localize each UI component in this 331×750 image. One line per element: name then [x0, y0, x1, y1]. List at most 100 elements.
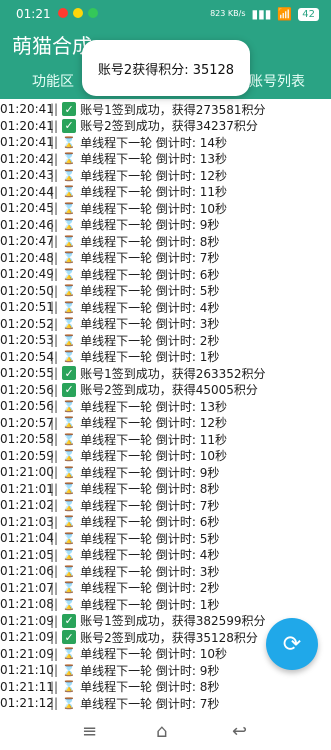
log-row: 01:20:49 || ⌛ 单线程下一轮 倒计时: 6秒 [0, 266, 331, 283]
log-separator: || [50, 432, 59, 447]
log-separator: || [50, 201, 59, 216]
log-time: 01:20:55 [0, 366, 54, 381]
hourglass-icon: ⌛ [62, 267, 76, 281]
back-icon[interactable]: ↩ [232, 721, 247, 742]
log-time: 01:20:58 [0, 432, 54, 447]
hourglass-icon: ⌛ [62, 350, 76, 364]
log-separator: || [50, 547, 59, 562]
log-time: 01:20:53 [0, 333, 54, 348]
log-row: 01:20:42 || ⌛ 单线程下一轮 倒计时: 13秒 [0, 151, 331, 168]
log-message: 单线程下一轮 倒计时: 11秒 [80, 432, 228, 447]
hourglass-icon: ⌛ [62, 284, 76, 298]
menu-icon[interactable]: ≡ [82, 721, 97, 742]
log-separator: || [50, 646, 59, 661]
log-row: 01:21:08 || ⌛ 单线程下一轮 倒计时: 1秒 [0, 596, 331, 613]
log-time: 01:21:06 [0, 564, 54, 579]
refresh-fab[interactable]: ⟳ [266, 618, 318, 670]
log-message: 单线程下一轮 倒计时: 4秒 [80, 300, 220, 315]
hourglass-icon: ⌛ [62, 317, 76, 331]
log-time: 01:21:10 [0, 663, 54, 678]
nav-bar: ≡ ⌂ ↩ [0, 713, 331, 750]
log-row: 01:21:04 || ⌛ 单线程下一轮 倒计时: 5秒 [0, 530, 331, 547]
check-icon: ✓ [62, 118, 77, 133]
log-message: 单线程下一轮 倒计时: 7秒 [80, 251, 220, 266]
log-message: 单线程下一轮 倒计时: 3秒 [80, 564, 220, 579]
log-message: 账号1签到成功，获得273581积分 [80, 102, 266, 117]
log-row: 01:20:58 || ⌛ 单线程下一轮 倒计时: 11秒 [0, 431, 331, 448]
hourglass-icon: ⌛ [62, 399, 76, 413]
hourglass-icon: ⌛ [62, 135, 76, 149]
log-row: 01:20:59 || ⌛ 单线程下一轮 倒计时: 10秒 [0, 448, 331, 465]
log-row: 01:20:53 || ⌛ 单线程下一轮 倒计时: 2秒 [0, 332, 331, 349]
log-message: 单线程下一轮 倒计时: 7秒 [80, 498, 220, 513]
log-separator: || [50, 514, 59, 529]
log-separator: || [50, 267, 59, 282]
tab-accounts[interactable]: 账号列表 [249, 71, 305, 91]
log-message: 单线程下一轮 倒计时: 12秒 [80, 168, 228, 183]
log-message: 单线程下一轮 倒计时: 12秒 [80, 416, 228, 431]
log-separator: || [50, 300, 59, 315]
log-separator: || [50, 481, 59, 496]
log-message: 账号1签到成功，获得382599积分 [80, 614, 266, 629]
status-icons-right: 823 KB/s ▮▮▮ 📶 42 [210, 7, 319, 21]
log-message: 单线程下一轮 倒计时: 8秒 [80, 234, 220, 249]
log-separator: || [50, 349, 59, 364]
log-separator: || [50, 465, 59, 480]
log-separator: || [50, 613, 59, 628]
log-message: 单线程下一轮 倒计时: 6秒 [80, 267, 220, 282]
log-time: 01:20:41 [0, 135, 54, 150]
log-time: 01:21:00 [0, 465, 54, 480]
log-row: 01:21:12 || ⌛ 单线程下一轮 倒计时: 7秒 [0, 695, 331, 712]
refresh-icon: ⟳ [282, 631, 302, 657]
log-separator: || [50, 415, 59, 430]
log-message: 单线程下一轮 倒计时: 8秒 [80, 482, 220, 497]
log-time: 01:21:01 [0, 481, 54, 496]
hourglass-icon: ⌛ [62, 564, 76, 578]
signal-icon: ▮▮▮ [251, 7, 272, 21]
log-time: 01:21:02 [0, 498, 54, 513]
log-time: 01:21:12 [0, 696, 54, 711]
log-separator: || [50, 597, 59, 612]
hourglass-icon: ⌛ [62, 234, 76, 248]
hourglass-icon: ⌛ [62, 482, 76, 496]
toast-message: 账号2获得积分: 35128 [82, 40, 250, 96]
log-separator: || [50, 250, 59, 265]
log-message: 账号2签到成功，获得34237积分 [80, 119, 258, 134]
check-icon: ✓ [62, 382, 77, 397]
log-separator: || [50, 498, 59, 513]
log-row: 01:20:45 || ⌛ 单线程下一轮 倒计时: 10秒 [0, 200, 331, 217]
log-row: 01:21:03 || ⌛ 单线程下一轮 倒计时: 6秒 [0, 514, 331, 531]
hourglass-icon: ⌛ [62, 218, 76, 232]
log-separator: || [50, 531, 59, 546]
log-separator: || [50, 448, 59, 463]
log-time: 01:21:09 [0, 630, 54, 645]
log-row: 01:20:48 || ⌛ 单线程下一轮 倒计时: 7秒 [0, 250, 331, 267]
log-message: 单线程下一轮 倒计时: 5秒 [80, 284, 220, 299]
home-icon[interactable]: ⌂ [156, 721, 167, 742]
log-time: 01:20:46 [0, 217, 54, 232]
log-message: 单线程下一轮 倒计时: 10秒 [80, 201, 228, 216]
log-message: 单线程下一轮 倒计时: 2秒 [80, 333, 220, 348]
log-time: 01:20:45 [0, 201, 54, 216]
log-message: 单线程下一轮 倒计时: 9秒 [80, 218, 220, 233]
tab-functions[interactable]: 功能区 [32, 71, 74, 91]
log-time: 01:21:09 [0, 646, 54, 661]
log-message: 账号1签到成功，获得263352积分 [80, 366, 266, 381]
log-separator: || [50, 333, 59, 348]
log-message: 单线程下一轮 倒计时: 2秒 [80, 581, 220, 596]
log-time: 01:20:50 [0, 283, 54, 298]
log-separator: || [50, 168, 59, 183]
hourglass-icon: ⌛ [62, 201, 76, 215]
battery-level: 42 [298, 7, 319, 21]
log-time: 01:20:47 [0, 234, 54, 249]
hourglass-icon: ⌛ [62, 531, 76, 545]
check-icon: ✓ [62, 102, 77, 117]
log-row: 01:21:02 || ⌛ 单线程下一轮 倒计时: 7秒 [0, 497, 331, 514]
log-time: 01:20:51 [0, 300, 54, 315]
log-row: 01:21:11 || ⌛ 单线程下一轮 倒计时: 8秒 [0, 679, 331, 696]
status-icons-left [58, 8, 98, 18]
log-separator: || [50, 316, 59, 331]
log-time: 01:20:41 [0, 118, 54, 133]
log-row: 01:20:54 || ⌛ 单线程下一轮 倒计时: 1秒 [0, 349, 331, 366]
log-message: 单线程下一轮 倒计时: 10秒 [80, 449, 228, 464]
